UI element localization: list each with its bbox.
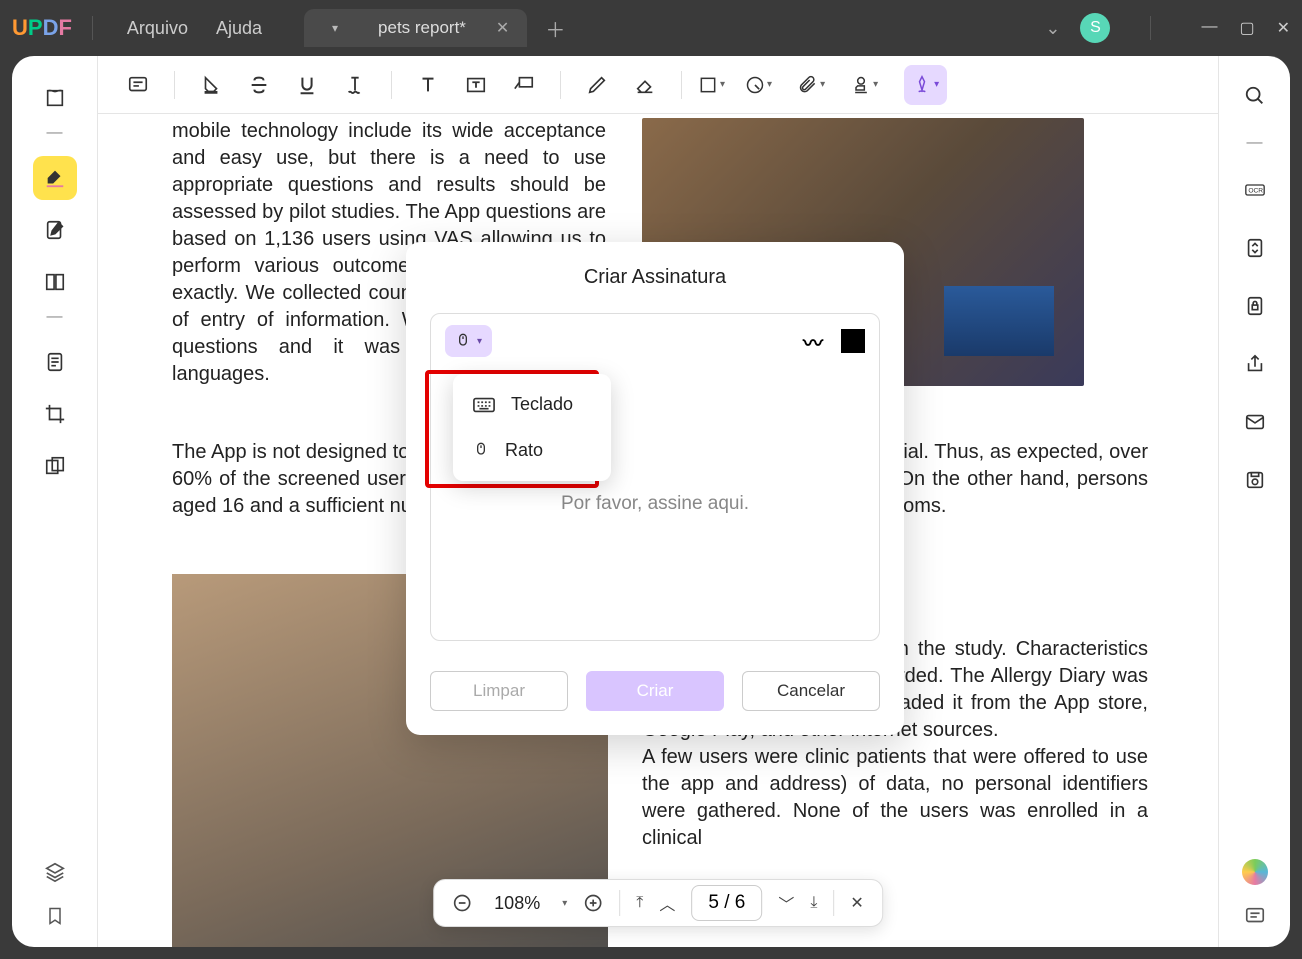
share-icon[interactable]: [1235, 344, 1275, 384]
shape-tool[interactable]: ▾: [698, 75, 725, 95]
stamp-tool[interactable]: ▾: [851, 75, 878, 95]
strikethrough-tool[interactable]: [239, 65, 279, 105]
mouse-icon: [473, 439, 489, 461]
dropdown-item-keyboard[interactable]: Teclado: [453, 382, 611, 427]
minimize-icon[interactable]: —: [1201, 18, 1217, 38]
forms-button[interactable]: [33, 340, 77, 384]
svg-text:OCR: OCR: [1248, 188, 1263, 195]
crop-button[interactable]: [33, 392, 77, 436]
next-page-icon[interactable]: ﹀: [778, 891, 794, 915]
reader-mode-button[interactable]: [33, 76, 77, 120]
user-avatar[interactable]: S: [1080, 13, 1110, 43]
text-tool[interactable]: [408, 65, 448, 105]
signature-mode-dropdown: Teclado Rato: [453, 374, 611, 481]
signature-dialog: Criar Assinatura ▾ 〰 Teclado: [406, 242, 904, 735]
more-icon: —: [47, 124, 63, 142]
annotation-button[interactable]: [33, 156, 77, 200]
layers-icon[interactable]: [44, 861, 66, 883]
save-icon[interactable]: [1235, 460, 1275, 500]
app-logo: UPDF: [12, 15, 72, 41]
create-button[interactable]: Criar: [586, 671, 724, 711]
highlight-tool[interactable]: [191, 65, 231, 105]
maximize-icon[interactable]: ▢: [1239, 18, 1254, 38]
underline-tool[interactable]: [287, 65, 327, 105]
more-icon: —: [1247, 134, 1263, 152]
stroke-style-icon[interactable]: 〰: [803, 327, 823, 356]
document-tab[interactable]: ▾ pets report* ✕: [304, 9, 527, 47]
first-page-icon[interactable]: ⤒: [636, 894, 643, 912]
sticker-tool[interactable]: ▾: [745, 75, 772, 95]
zoom-out-icon[interactable]: [452, 893, 472, 913]
zoom-in-icon[interactable]: [583, 893, 603, 913]
bookmark-icon[interactable]: [45, 905, 65, 927]
app-body: — — ▾ ▾ ▾ ▾ ▾ mobile technology in: [12, 56, 1290, 947]
keyboard-icon: [473, 397, 495, 413]
menu-help[interactable]: Ajuda: [202, 12, 276, 45]
tab-dropdown-icon[interactable]: ▾: [322, 17, 348, 39]
zoom-level: 108%: [488, 893, 546, 914]
signature-tool[interactable]: ▾: [904, 65, 947, 105]
email-icon[interactable]: [1235, 402, 1275, 442]
add-tab-icon[interactable]: ＋: [545, 14, 565, 43]
more-icon: —: [47, 308, 63, 326]
ocr-icon[interactable]: OCR: [1235, 170, 1275, 210]
squiggly-tool[interactable]: [335, 65, 375, 105]
last-page-icon[interactable]: ⤓: [810, 894, 817, 912]
menu-file[interactable]: Arquivo: [113, 12, 202, 45]
ai-icon[interactable]: [1242, 859, 1268, 885]
search-icon[interactable]: [1235, 76, 1275, 116]
close-window-icon[interactable]: ✕: [1277, 18, 1290, 38]
note-tool[interactable]: [118, 65, 158, 105]
close-icon[interactable]: ✕: [496, 18, 509, 38]
titlebar: UPDF Arquivo Ajuda ▾ pets report* ✕ ＋ ⌄ …: [0, 0, 1302, 56]
cancel-button[interactable]: Cancelar: [742, 671, 880, 711]
eraser-tool[interactable]: [625, 65, 665, 105]
dropdown-item-mouse[interactable]: Rato: [453, 427, 611, 473]
page-indicator[interactable]: 5 / 6: [691, 885, 762, 921]
left-sidebar: — —: [12, 56, 98, 947]
tab-title: pets report*: [378, 18, 466, 38]
protect-icon[interactable]: [1235, 286, 1275, 326]
compare-button[interactable]: [33, 444, 77, 488]
edit-button[interactable]: [33, 208, 77, 252]
comment-icon[interactable]: [1244, 905, 1266, 927]
attachment-tool[interactable]: ▾: [798, 75, 825, 95]
dropdown-label: Teclado: [511, 394, 573, 415]
dialog-title: Criar Assinatura: [430, 266, 880, 289]
pencil-tool[interactable]: [577, 65, 617, 105]
close-pager-icon[interactable]: ✕: [850, 893, 863, 913]
convert-icon[interactable]: [1235, 228, 1275, 268]
signature-mode-button[interactable]: ▾: [445, 325, 492, 357]
prev-page-icon[interactable]: ︿: [659, 891, 675, 915]
annotation-toolbar: ▾ ▾ ▾ ▾ ▾: [98, 56, 1218, 114]
clear-button[interactable]: Limpar: [430, 671, 568, 711]
page-controls: 108% ▾ ⤒ ︿ 5 / 6 ﹀ ⤓ ✕: [433, 879, 883, 927]
dropdown-label: Rato: [505, 440, 543, 461]
zoom-dropdown-icon[interactable]: ▾: [562, 898, 567, 909]
textbox-tool[interactable]: [456, 65, 496, 105]
pages-button[interactable]: [33, 260, 77, 304]
callout-tool[interactable]: [504, 65, 544, 105]
chevron-down-icon[interactable]: ⌄: [1045, 18, 1060, 39]
right-sidebar: — OCR: [1218, 56, 1290, 947]
color-swatch[interactable]: [841, 329, 865, 353]
